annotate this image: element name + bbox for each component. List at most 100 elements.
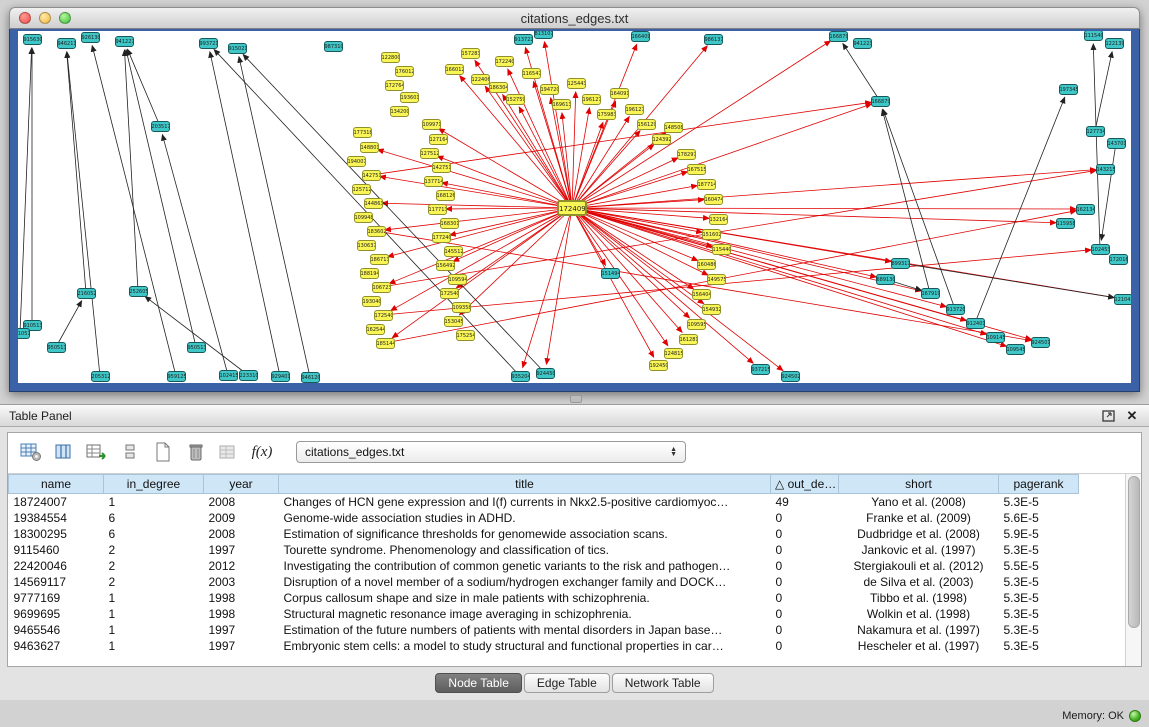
graph-node[interactable]: 1091452 [986,332,1005,343]
graph-node[interactable]: 8131074 [534,31,553,39]
graph-node[interactable]: 1782970 [677,149,696,160]
graph-node[interactable]: 172409 [557,200,587,216]
network-canvas[interactable]: 1724091572831166012512240611722408186304… [18,31,1131,383]
graph-node[interactable]: 1683012 [440,218,459,229]
graph-node[interactable]: 1961275 [582,94,601,105]
graph-node[interactable]: 1961273 [625,104,644,115]
graph-node[interactable]: 9310571 [18,328,30,339]
graph-node[interactable]: 1321647 [709,214,728,225]
graph-node[interactable]: 9137208 [946,304,965,315]
graph-node[interactable]: 1725401 [374,310,393,321]
graph-node[interactable]: 1099719 [422,119,441,130]
graph-node[interactable]: 1095452 [1006,344,1025,355]
graph-node[interactable]: 9244502 [536,368,555,379]
graph-node[interactable]: 1437014 [1107,138,1126,149]
column-header-short[interactable]: short [839,475,999,494]
graph-node[interactable]: 1863044 [489,82,508,93]
graph-node[interactable]: 1727647 [385,80,404,91]
float-panel-icon[interactable] [1100,409,1116,423]
graph-node[interactable]: 9591252 [167,371,186,382]
column-header-year[interactable]: year [204,475,279,494]
table-row[interactable]: 946554611997Estimation of the future num… [9,622,1079,638]
tab-network-table[interactable]: Network Table [612,673,714,693]
graph-node[interactable]: 1681267 [436,190,455,201]
graph-node[interactable]: 9462117 [57,38,76,49]
graph-node[interactable]: 9412270 [115,36,134,47]
graph-node[interactable]: 8993172 [891,258,910,269]
graph-node[interactable]: 1836021 [367,226,386,237]
graph-node[interactable]: 1760129 [395,66,414,77]
graph-node[interactable]: 1306371 [357,240,376,251]
graph-node[interactable]: 1093582 [452,302,471,313]
graph-node[interactable]: 1881946 [360,268,379,279]
window-titlebar[interactable]: citations_edges.txt [9,7,1140,29]
graph-node[interactable]: 1668791 [871,96,890,107]
graph-node[interactable]: 1940077 [347,156,366,167]
panel-divider-handle[interactable] [570,395,582,403]
graph-node[interactable]: 1177135 [428,204,447,215]
graph-node[interactable]: 1115408 [1084,31,1103,41]
table-row[interactable]: 977716911998Corpus callosum shape and si… [9,590,1079,606]
table-row[interactable]: 969969511998Structural magnetic resonanc… [9,606,1079,622]
graph-node[interactable]: 1612815 [679,334,698,345]
graph-node[interactable]: 1947202 [540,84,559,95]
table-settings-button[interactable] [18,439,44,465]
graph-node[interactable]: 1621341 [1076,204,1095,215]
graph-node[interactable]: 2233107 [239,370,258,381]
table-row[interactable]: 1456911722003Disruption of a novel membe… [9,574,1079,590]
graph-node[interactable]: 1720165 [1109,254,1128,265]
graph-node[interactable]: 1165479 [522,68,541,79]
graph-node[interactable]: 1154409 [712,244,731,255]
table-row[interactable]: 946362711997Embryonic stem cells: a mode… [9,638,1079,654]
graph-node[interactable]: 1248151 [664,348,683,359]
graph-node[interactable]: 2526050 [129,286,148,297]
graph-node[interactable]: 1024531 [1091,244,1110,255]
graph-node[interactable]: 1275123 [420,148,439,159]
import-table-button[interactable] [216,439,242,465]
graph-node[interactable]: 1495758 [707,274,726,285]
graph-node[interactable]: 9505131 [187,342,206,353]
graph-node[interactable]: 1675150 [687,164,706,175]
graph-node[interactable]: 1759832 [597,109,616,120]
graph-node[interactable]: 1722408 [495,56,514,67]
graph-node[interactable]: 1277341 [1086,126,1105,137]
column-header-name[interactable]: name [9,475,104,494]
graph-node[interactable]: 1564920 [436,260,455,271]
graph-node[interactable]: 1210432 [1114,294,1132,305]
graph-node[interactable]: 9372150 [751,364,770,375]
graph-node[interactable]: 9461203 [301,372,320,383]
graph-node[interactable]: 1427512 [362,170,381,181]
graph-node[interactable]: 1488011 [360,142,379,153]
table-row[interactable]: 911546021997Tourette syndrome. Phenomeno… [9,542,1079,558]
graph-node[interactable]: 1725403 [440,288,459,299]
graph-node[interactable]: 1668794 [829,31,848,42]
graph-node[interactable]: 1564049 [692,289,711,300]
graph-node[interactable]: 1973451 [1059,84,1078,95]
graph-node[interactable]: 1660125 [445,64,464,75]
graph-node[interactable]: 1877147 [697,179,716,190]
column-header-in_degree[interactable]: in_degree [104,475,204,494]
graph-node[interactable]: 1561291 [637,119,656,130]
scrollbar-thumb[interactable] [1128,476,1140,628]
graph-node[interactable]: 9861370 [704,34,723,45]
graph-node[interactable]: 9352041 [511,371,530,382]
graph-node[interactable]: 9137221 [514,34,533,45]
graph-node[interactable]: 2053121 [91,371,110,382]
graph-node[interactable]: 1485083 [664,122,683,133]
graph-node[interactable]: 1514945 [601,268,620,279]
graph-node[interactable]: 1851447 [376,338,395,349]
graph-node[interactable]: 9937210 [199,38,218,49]
column-header-out_de[interactable]: △ out_de… [771,475,839,494]
graph-node[interactable]: 1099487 [354,212,373,223]
row-height-button[interactable] [117,439,143,465]
graph-node[interactable]: 1024153 [219,370,238,381]
graph-node[interactable]: 6891301 [876,274,895,285]
graph-node[interactable]: 1067231 [372,282,391,293]
graph-node[interactable]: 1455129 [444,246,463,257]
graph-node[interactable]: 1516027 [702,229,721,240]
zoom-button[interactable] [59,12,71,24]
tab-edge-table[interactable]: Edge Table [524,673,610,693]
graph-node[interactable]: 1257126 [352,184,371,195]
show-columns-button[interactable] [51,439,77,465]
column-header-pagerank[interactable]: pagerank [999,475,1079,494]
